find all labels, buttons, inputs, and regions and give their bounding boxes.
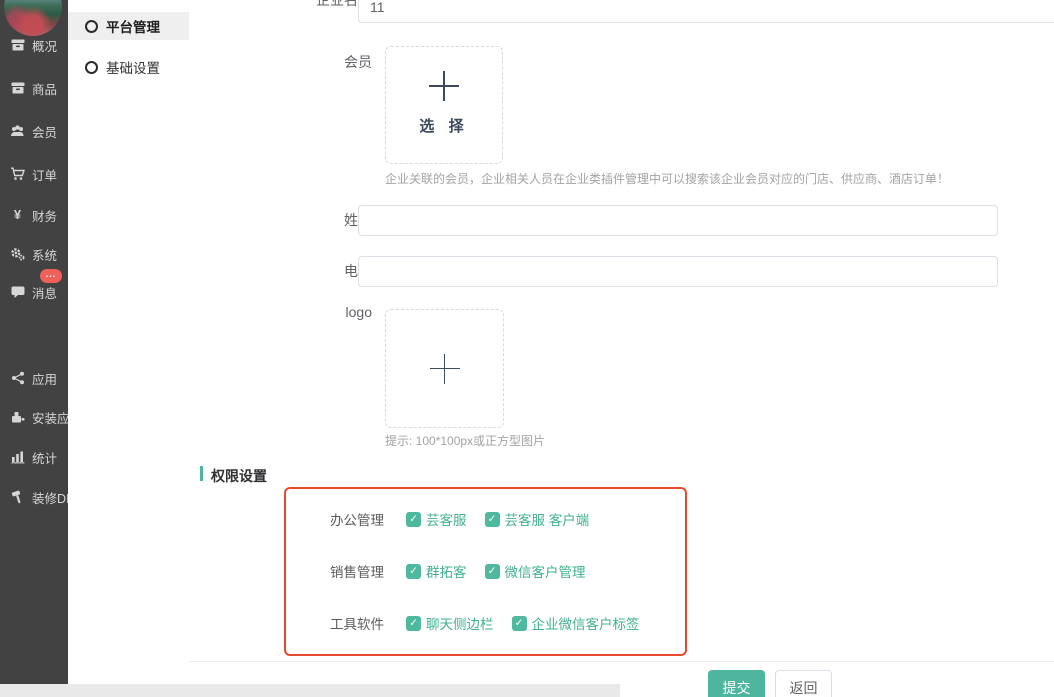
stats-icon: [10, 450, 25, 464]
name-label: 姓名: [192, 213, 372, 227]
permission-option[interactable]: 芸客服 客户端: [485, 509, 590, 529]
sidebar-item-label: 系统: [32, 245, 57, 264]
checkbox-checked-icon[interactable]: [406, 512, 421, 527]
apps-icon: [10, 371, 25, 385]
permission-group-label: 工具软件: [330, 613, 384, 633]
permission-group-office: 办公管理 芸客服 芸客服 客户端: [330, 509, 589, 529]
radio-circle-icon: [85, 20, 98, 33]
members-icon: [10, 124, 25, 138]
submit-button[interactable]: 提交: [708, 670, 765, 697]
logo-hint: 提示: 100*100px或正方型图片: [385, 432, 545, 449]
checkbox-checked-icon[interactable]: [512, 616, 527, 631]
radio-circle-icon: [85, 61, 98, 74]
checkbox-checked-icon[interactable]: [485, 564, 500, 579]
main-sidebar: 概况 商品 会员 订单 ¥ 财务: [0, 0, 68, 684]
sidebar-item-orders[interactable]: 订单: [10, 166, 57, 182]
subnav-item-basic-settings[interactable]: 基础设置: [68, 53, 189, 81]
permission-option[interactable]: 群拓客: [406, 561, 467, 581]
member-picker-box[interactable]: 选 择: [385, 46, 503, 164]
sidebar-item-label: 财务: [32, 206, 57, 225]
install-apps-icon: [10, 410, 25, 424]
permission-option[interactable]: 微信客户管理: [485, 561, 586, 581]
sidebar-item-apps[interactable]: 应用: [10, 370, 57, 386]
permission-group-tools: 工具软件 聊天侧边栏 企业微信客户标签: [330, 613, 640, 633]
plus-icon: [429, 71, 459, 101]
member-picker-text: 选 择: [419, 115, 468, 136]
member-hint: 企业关联的会员，企业相关人员在企业类插件管理中可以搜索该企业会员对应的门店、供应…: [385, 170, 949, 187]
permission-group-label: 销售管理: [330, 561, 384, 581]
goods-icon: [10, 81, 25, 95]
checkbox-checked-icon[interactable]: [406, 564, 421, 579]
sidebar-item-goods[interactable]: 商品: [10, 80, 57, 96]
message-icon: [10, 285, 25, 299]
diy-icon: [10, 490, 25, 504]
permission-option[interactable]: 企业微信客户标签: [512, 613, 640, 633]
permissions-section-title: 权限设置: [211, 466, 267, 486]
phone-input[interactable]: [358, 256, 998, 287]
system-icon: [10, 247, 25, 261]
sidebar-item-label: 商品: [32, 79, 57, 98]
checkbox-checked-icon[interactable]: [485, 512, 500, 527]
sidebar-item-label: 会员: [32, 122, 57, 141]
admin-screen: 概况 商品 会员 订单 ¥ 财务: [0, 0, 1054, 697]
permission-group-label: 办公管理: [330, 509, 384, 529]
plus-icon: [430, 354, 460, 384]
sidebar-item-finance[interactable]: ¥ 财务: [10, 207, 57, 223]
sidebar-item-label: 消息: [32, 283, 57, 302]
checkbox-checked-icon[interactable]: [406, 616, 421, 631]
dashboard-icon: [10, 38, 25, 52]
subnav-item-label: 平台管理: [106, 16, 160, 36]
section-accent-bar: [200, 466, 203, 481]
secondary-nav: 平台管理 基础设置: [68, 0, 189, 684]
sidebar-item-overview[interactable]: 概况: [10, 37, 57, 53]
subnav-item-platform-management[interactable]: 平台管理: [68, 12, 189, 40]
avatar[interactable]: [4, 0, 62, 36]
sidebar-item-stats[interactable]: 统计: [10, 449, 57, 465]
bottom-edge-strip: [0, 684, 620, 697]
orders-icon: [10, 167, 25, 181]
sidebar-item-messages[interactable]: 消息: [10, 284, 57, 300]
permission-group-sales: 销售管理 群拓客 微信客户管理: [330, 561, 586, 581]
subnav-item-label: 基础设置: [106, 57, 160, 77]
sidebar-item-system[interactable]: 系统: [10, 246, 57, 262]
sidebar-item-label: 统计: [32, 448, 57, 467]
sidebar-item-members[interactable]: 会员: [10, 123, 57, 139]
finance-icon: ¥: [10, 208, 25, 222]
permission-option[interactable]: 芸客服: [406, 509, 467, 529]
sidebar-item-label: 订单: [32, 165, 57, 184]
name-input[interactable]: [358, 205, 998, 236]
logo-upload-box[interactable]: [385, 309, 504, 428]
company-name-label: 企业名称: [192, 0, 372, 7]
company-name-input[interactable]: [358, 0, 1054, 23]
sidebar-item-label: 应用: [32, 369, 57, 388]
permission-option[interactable]: 聊天侧边栏: [406, 613, 494, 633]
footer-divider: [189, 661, 1054, 662]
member-label: 会员: [192, 55, 372, 69]
form-panel: 企业名称 会员 选 择 企业关联的会员，企业相关人员在企业类插件管理中可以搜索该…: [189, 0, 1054, 697]
messages-badge[interactable]: ...: [40, 269, 62, 283]
sidebar-item-label: 概况: [32, 36, 57, 55]
logo-label: logo: [192, 305, 372, 319]
phone-label: 电话: [192, 264, 372, 278]
back-button[interactable]: 返回: [775, 670, 832, 697]
